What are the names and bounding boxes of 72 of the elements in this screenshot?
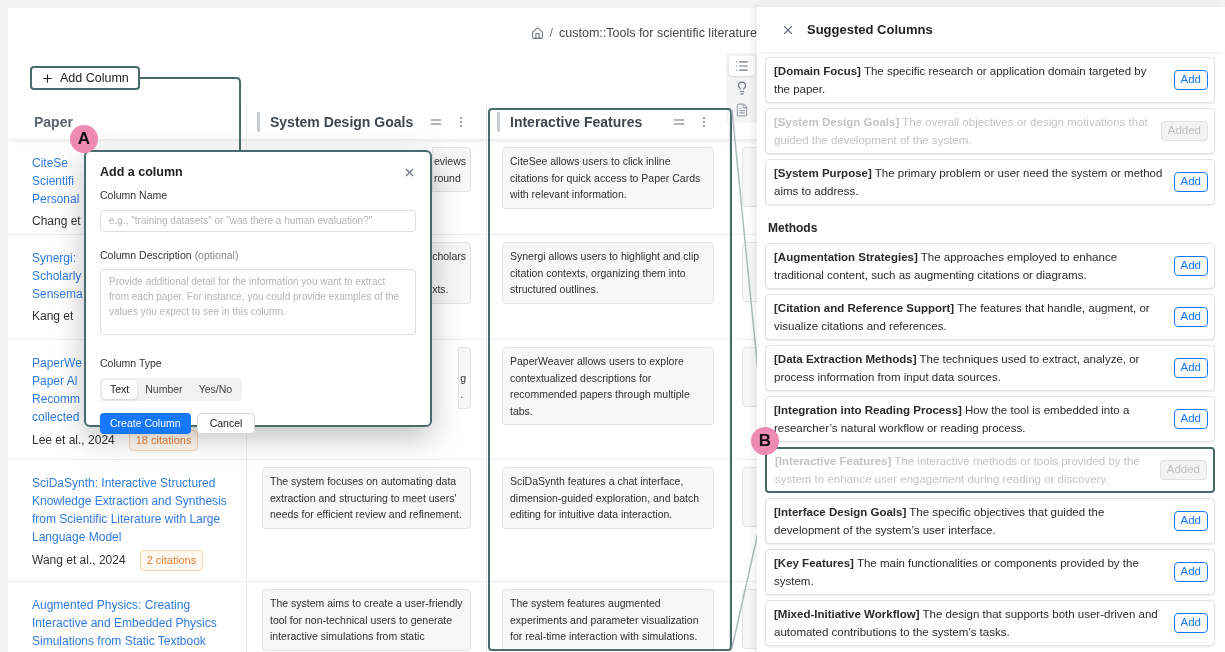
table-cell: CiteSee allows users to click inline citations for quick access to Paper Cards with relevant information. — [502, 147, 714, 209]
panel-title: Suggested Columns — [807, 20, 933, 39]
suggestion-card[interactable]: [Mixed-Initiative Workflow] The design that supports both user-driven and automated contributions to the system’s tasks. Add — [765, 600, 1215, 646]
plus-icon — [41, 71, 54, 85]
document-icon — [734, 103, 749, 117]
suggestion-text: [Integration into Reading Process] How the tool is embedded into a researcher’s natural workflow or reading process. — [774, 403, 1131, 436]
suggestion-text: [Data Extraction Methods] The techniques used to extract, analyze, or process information from input data sources. — [774, 352, 1141, 385]
add-button[interactable]: Add — [1173, 409, 1208, 429]
add-button[interactable]: Add — [1173, 613, 1208, 633]
suggestion-text: [Augmentation Strategies] The approaches employed to enhance traditional content, such as augmenting citations or diagrams. — [774, 250, 1119, 283]
author-year: Kang et — [32, 308, 74, 325]
type-option[interactable]: Yes/No — [190, 380, 241, 399]
add-button[interactable]: Add — [1173, 511, 1208, 531]
add-button[interactable]: Add — [1173, 562, 1208, 582]
table-cell: The system focuses on automating data extraction and structuring to meet users' needs for efficient review and refinement. — [262, 467, 471, 529]
suggestion-text: [Key Features] The main functionalities or components provided by the system. — [774, 556, 1140, 589]
suggestion-text: [Interface Design Goals] The specific objectives that guided the development of the system’s user interface. — [774, 505, 1106, 538]
suggestion-card[interactable]: [System Purpose] The primary problem or user need the system or method aims to address. Add — [765, 159, 1215, 205]
suggestion-text: [Mixed-Initiative Workflow] The design that supports both user-driven and automated contributions to the system’s tasks. — [774, 607, 1159, 640]
column-header: Paper — [34, 112, 73, 132]
author-year: Wang et al., 2024 — [32, 552, 126, 570]
column-header: System Design Goals — [270, 112, 415, 132]
home-icon[interactable] — [530, 26, 544, 40]
paper-title-link[interactable]: Augmented Physics: Creating Interactive and Embedded Physics Simulations from Static Textbook — [32, 596, 236, 650]
suggestion-text: [Domain Focus] The specific research or application domain targeted by the paper. — [774, 64, 1148, 97]
suggestion-card[interactable]: [Interface Design Goals] The specific objectives that guided the development of the system’s user interface. Add — [765, 498, 1215, 544]
breadcrumb-link[interactable]: custom::Tools for scientific literature — [559, 23, 757, 43]
optional-hint: (optional) — [194, 247, 239, 263]
create-column-button[interactable]: Create Column — [100, 413, 191, 434]
table-cell: The system aims to create a user-friendly tool for non-technical users to generate interactive simulations from static — [262, 589, 471, 651]
suggestion-card[interactable]: [Citation and Reference Support] The features that handle, augment, or visualize citations and references. Add — [765, 294, 1215, 340]
column-header: Interactive Features — [510, 112, 644, 132]
list-icon — [734, 59, 749, 73]
type-option[interactable]: Number — [137, 380, 191, 399]
table-cell: eviews round — [431, 147, 471, 192]
author-year: Chang et — [32, 213, 81, 230]
suggestion-text: [System Purpose] The primary problem or user need the system or method aims to address. — [774, 166, 1164, 199]
field-label: Column Description — [100, 247, 192, 263]
callout-badge: A — [70, 125, 98, 153]
suggestion-card[interactable]: [Domain Focus] The specific research or application domain targeted by the paper. Add — [765, 57, 1215, 103]
add-button[interactable]: Add — [1173, 256, 1208, 276]
table-cell: Synergi allows users to highlight and clip citation contexts, organizing them into structured outlines. — [502, 242, 714, 304]
section-heading: Methods — [767, 220, 819, 237]
add-button[interactable]: Add — [1173, 172, 1208, 192]
paper-title-link[interactable]: SciDaSynth: Interactive Structured Knowledge Extraction and Synthesis from Scientific Literature with Large Language Model — [32, 474, 236, 546]
add-button[interactable]: Add — [1173, 307, 1208, 327]
field-label: Column Name — [100, 187, 169, 203]
suggestion-card[interactable]: [Data Extraction Methods] The techniques used to extract, analyze, or process information from input data sources. Add — [765, 345, 1215, 391]
table-cell: SciDaSynth features a chat interface, dimension-guided exploration, and batch editing for intuitive data interaction. — [502, 467, 714, 529]
field-label: Column Type — [100, 356, 163, 372]
sidebar-tab[interactable] — [728, 56, 755, 76]
resize-handle[interactable] — [497, 112, 500, 132]
breadcrumb-separator: / — [549, 24, 553, 42]
table-cell: PaperWeaver allows users to explore contextualized descriptions for recommended papers through multiple tabs. — [502, 347, 714, 425]
add-column-button[interactable]: Add Column — [30, 66, 140, 90]
add-button[interactable]: Add — [1173, 358, 1208, 378]
suggestion-text: [Citation and Reference Support] The features that handle, augment, or visualize citations and references. — [774, 301, 1151, 334]
suggestion-card[interactable]: [Key Features] The main functionalities or components provided by the system. Add — [765, 549, 1215, 595]
column-description-input[interactable]: Provide additional detail for the information you want to extract from each paper. For instance, you could provide examples of the values you expect to see in this column. — [100, 269, 416, 336]
type-option[interactable]: Text — [102, 380, 138, 399]
column-name-input[interactable]: e.g., "training datasets" or "was there a human evaluation?" — [100, 209, 416, 232]
suggestion-card[interactable]: [Augmentation Strategies] The approaches employed to enhance traditional content, such as augmenting citations or diagrams. Add — [765, 243, 1215, 289]
suggestion-text: [System Design Goals] The overall objectives or design motivations that guided the development of the system. — [774, 115, 1149, 148]
resize-handle[interactable] — [257, 112, 260, 132]
cancel-button[interactable]: Cancel — [196, 413, 256, 434]
table-cell: g . — [458, 347, 471, 409]
dialog-title: Add a column — [100, 164, 183, 181]
table-cell: cholars xts. — [430, 242, 471, 304]
author-year: Lee et al., 2024 — [32, 432, 115, 450]
add-button[interactable]: Add — [1173, 70, 1208, 90]
citation-count: 2 citations — [139, 550, 204, 571]
table-cell: The system features augmented experiments and parameter visualization for real-time interaction with simulations. — [502, 589, 714, 651]
